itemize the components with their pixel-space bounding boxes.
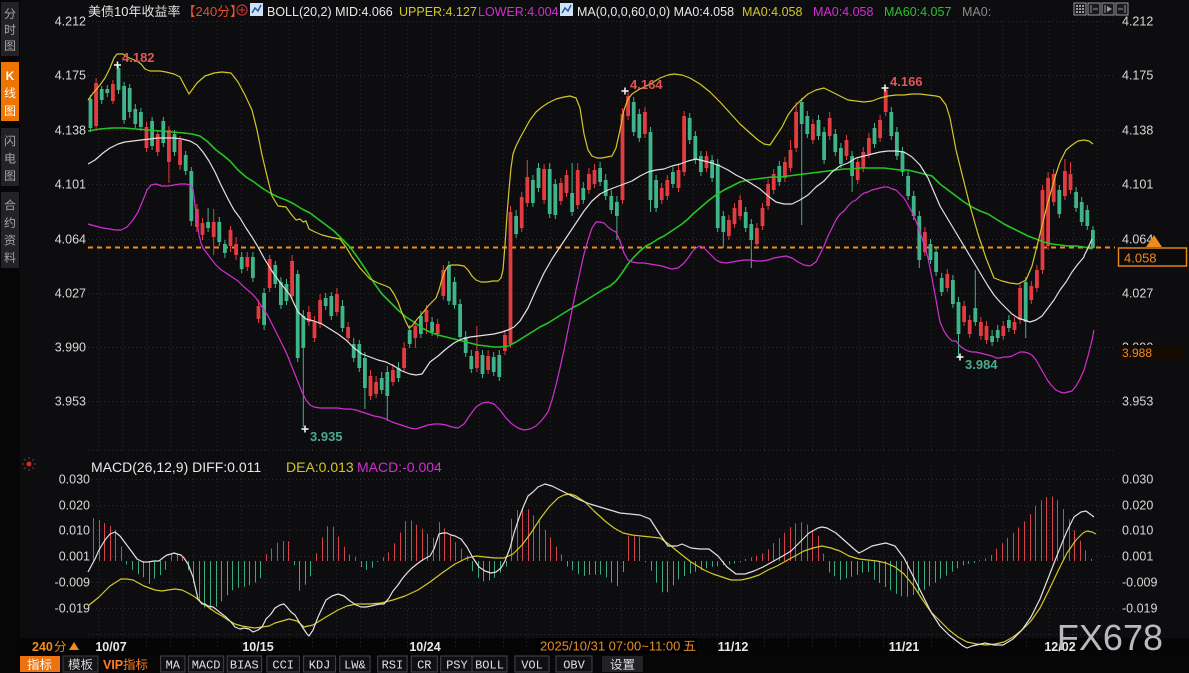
svg-text:K: K [6, 69, 15, 83]
svg-text:MA0:: MA0: [962, 5, 991, 19]
svg-text:4.175: 4.175 [55, 69, 86, 83]
svg-text:0.010: 0.010 [1122, 524, 1153, 538]
svg-text:4.175: 4.175 [1122, 69, 1153, 83]
svg-text:-0.009: -0.009 [1122, 576, 1157, 590]
svg-text:4.101: 4.101 [1122, 178, 1153, 192]
svg-text:240: 240 [32, 640, 53, 654]
svg-text:3.935: 3.935 [310, 429, 343, 444]
svg-text:MA(0,0,0,60,0,0) MA0:4.058: MA(0,0,0,60,0,0) MA0:4.058 [577, 5, 734, 19]
svg-text:FX678: FX678 [1057, 617, 1163, 658]
svg-text:4.101: 4.101 [55, 178, 86, 192]
svg-text:4.064: 4.064 [55, 233, 86, 247]
svg-text:240: 240 [196, 4, 218, 19]
svg-text:PSY: PSY [446, 659, 468, 673]
svg-text:0.010: 0.010 [59, 524, 90, 538]
svg-text:0.020: 0.020 [59, 499, 90, 513]
svg-text:MACD: MACD [192, 659, 221, 673]
svg-text:0.001: 0.001 [1122, 550, 1153, 564]
svg-text:10/15: 10/15 [242, 640, 273, 654]
svg-text:-0.019: -0.019 [1122, 602, 1157, 616]
svg-text:CR: CR [417, 659, 431, 673]
svg-text:MA: MA [166, 659, 181, 673]
svg-text:0.020: 0.020 [1122, 499, 1153, 513]
svg-text:3.953: 3.953 [1122, 395, 1153, 409]
svg-text:4.138: 4.138 [1122, 124, 1153, 138]
svg-text:VIP: VIP [103, 658, 123, 672]
svg-text:-0.009: -0.009 [55, 576, 90, 590]
svg-text:3.990: 3.990 [55, 341, 86, 355]
svg-text:11/12: 11/12 [718, 640, 749, 654]
svg-text:4.166: 4.166 [890, 74, 923, 89]
svg-text:LW&: LW& [344, 659, 366, 673]
svg-text:11/21: 11/21 [889, 640, 920, 654]
svg-text:UPPER:4.127: UPPER:4.127 [399, 5, 477, 19]
svg-text:10/07: 10/07 [95, 640, 126, 654]
svg-text:4.027: 4.027 [55, 287, 86, 301]
svg-text:0.030: 0.030 [59, 473, 90, 487]
svg-text:3.984: 3.984 [965, 357, 998, 372]
svg-text:4.058: 4.058 [1124, 251, 1157, 266]
svg-text:MA0:4.058: MA0:4.058 [742, 5, 803, 19]
svg-text:BOLL(20,2) MID:4.066: BOLL(20,2) MID:4.066 [267, 5, 393, 19]
svg-text:3.953: 3.953 [55, 395, 86, 409]
svg-text:BOLL: BOLL [475, 659, 504, 673]
svg-text:2025/10/31 07:00~11:00: 2025/10/31 07:00~11:00 [540, 639, 680, 654]
svg-text:10/24: 10/24 [409, 640, 440, 654]
svg-text:4.182: 4.182 [122, 50, 155, 65]
svg-text:4.212: 4.212 [55, 15, 86, 29]
svg-text:DEA:0.013: DEA:0.013 [286, 459, 354, 475]
svg-text:0.001: 0.001 [59, 550, 90, 564]
svg-text:4.027: 4.027 [1122, 287, 1153, 301]
svg-text:CCI: CCI [272, 659, 294, 673]
svg-text:10: 10 [114, 4, 128, 19]
svg-text:3.988: 3.988 [1122, 346, 1152, 360]
svg-text:0.030: 0.030 [1122, 473, 1153, 487]
svg-text:-0.019: -0.019 [55, 602, 90, 616]
svg-text:4.138: 4.138 [55, 124, 86, 138]
svg-text:KDJ: KDJ [309, 659, 331, 673]
svg-text:BIAS: BIAS [230, 659, 259, 673]
svg-text:MA60:4.057: MA60:4.057 [884, 5, 951, 19]
svg-text:MA0:4.058: MA0:4.058 [813, 5, 874, 19]
svg-text:MACD:-0.004: MACD:-0.004 [357, 459, 442, 475]
svg-text:4.212: 4.212 [1122, 15, 1153, 29]
svg-text:OBV: OBV [563, 659, 585, 673]
svg-text:4.164: 4.164 [630, 77, 663, 92]
svg-text:MACD(26,12,9) DIFF:0.011: MACD(26,12,9) DIFF:0.011 [91, 459, 261, 475]
svg-text:RSI: RSI [382, 659, 404, 673]
svg-text:VOL: VOL [521, 659, 543, 673]
svg-text:LOWER:4.004: LOWER:4.004 [478, 5, 559, 19]
